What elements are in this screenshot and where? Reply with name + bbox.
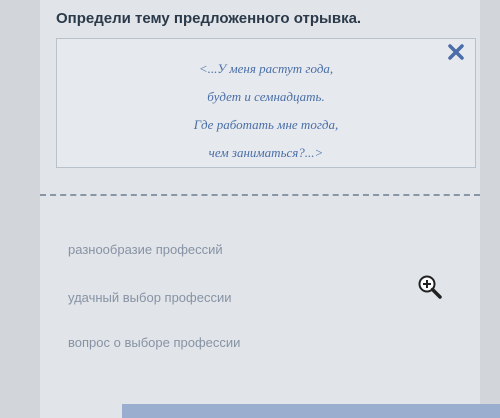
task-card: Определи тему предложенного отрывка. <..…	[40, 0, 500, 418]
answer-option[interactable]: разнообразие профессий	[68, 242, 223, 257]
answer-option[interactable]: вопрос о выборе профессии	[68, 335, 240, 350]
check-button[interactable]	[122, 404, 500, 418]
excerpt-line: Где работать мне тогда,	[193, 117, 339, 132]
zoom-in-icon	[418, 275, 442, 299]
question-title: Определи тему предложенного отрывка.	[56, 10, 362, 27]
excerpt-text: <...У меня растут года, будет и семнадца…	[57, 55, 475, 167]
answer-option[interactable]: удачный выбор профессии	[68, 290, 231, 305]
excerpt-box: <...У меня растут года, будет и семнадца…	[56, 38, 476, 168]
answer-drop-zone-divider	[40, 194, 480, 196]
excerpt-line: будет и семнадцать.	[207, 89, 325, 104]
excerpt-line: <...У меня растут года,	[198, 61, 334, 76]
excerpt-line: чем заниматься?...>	[208, 145, 324, 160]
